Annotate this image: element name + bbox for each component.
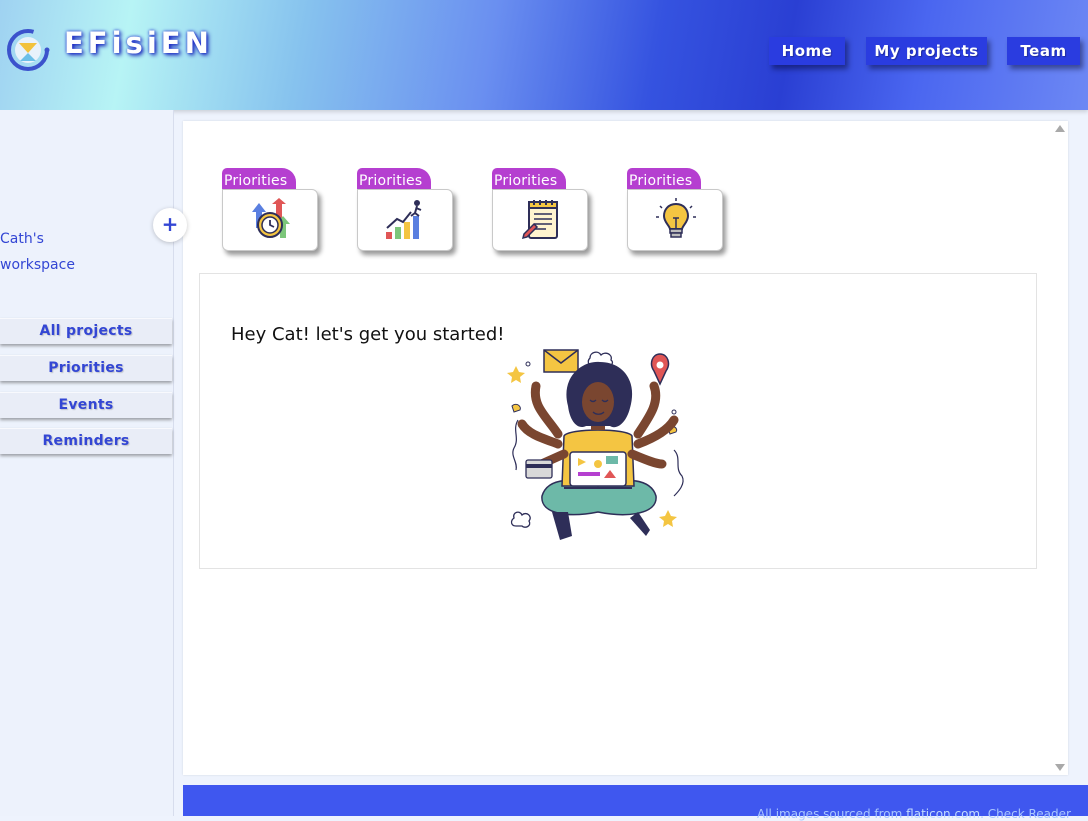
vertical-scrollbar[interactable] [1052, 121, 1068, 775]
greeting-text: Hey Cat! let's get you started! [231, 324, 505, 345]
logo-icon [7, 29, 50, 71]
scroll-down-arrow-icon[interactable] [1055, 764, 1065, 771]
folder-tab-label: Priorities [357, 168, 431, 190]
growth-chart-icon [386, 200, 422, 239]
sidebar-item-priorities[interactable]: Priorities [0, 355, 172, 381]
time-management-icon [252, 198, 290, 238]
priorities-folder-3[interactable]: Priorities [492, 168, 588, 252]
workspace-owner: Cath's [0, 231, 44, 247]
multitasking-woman-illustration [507, 349, 684, 540]
notepad-icon [521, 200, 558, 240]
workspace-label: workspace [0, 257, 75, 273]
folder-body [222, 189, 318, 251]
sidebar: Cath's workspace All projects Priorities… [0, 110, 174, 816]
footer-credit-suffix: . Check Reader [980, 807, 1071, 821]
workspace-name: Cath's workspace [0, 226, 120, 278]
priorities-folder-4[interactable]: Priorities [627, 168, 723, 252]
priorities-folder-1[interactable]: Priorities [222, 168, 318, 252]
nav-my-projects-button[interactable]: My projects [866, 37, 987, 65]
footer-credit: All images sourced from flaticon.com. Ch… [757, 807, 1071, 821]
top-header: EFisiEN Home My projects Team [0, 0, 1088, 110]
sidebar-item-reminders[interactable]: Reminders [0, 428, 172, 454]
folder-body [492, 189, 588, 251]
folder-tab-label: Priorities [627, 168, 701, 190]
page-footer: All images sourced from flaticon.com. Ch… [183, 785, 1088, 821]
sidebar-item-all-projects[interactable]: All projects [0, 318, 172, 344]
add-project-button[interactable]: + [153, 208, 187, 242]
lightbulb-icon [656, 198, 696, 238]
nav-team-button[interactable]: Team [1007, 37, 1080, 65]
folder-body [627, 189, 723, 251]
nav-home-button[interactable]: Home [769, 37, 845, 65]
folder-tab-label: Priorities [222, 168, 296, 190]
scroll-up-arrow-icon[interactable] [1055, 125, 1065, 132]
sidebar-item-events[interactable]: Events [0, 392, 172, 418]
priorities-folder-2[interactable]: Priorities [357, 168, 453, 252]
folder-body [357, 189, 453, 251]
brand-name: EFisiEN [64, 26, 213, 60]
footer-credit-prefix: All images sourced from [757, 807, 907, 821]
folder-tab-label: Priorities [492, 168, 566, 190]
flaticon-link[interactable]: flaticon.com [906, 807, 980, 821]
